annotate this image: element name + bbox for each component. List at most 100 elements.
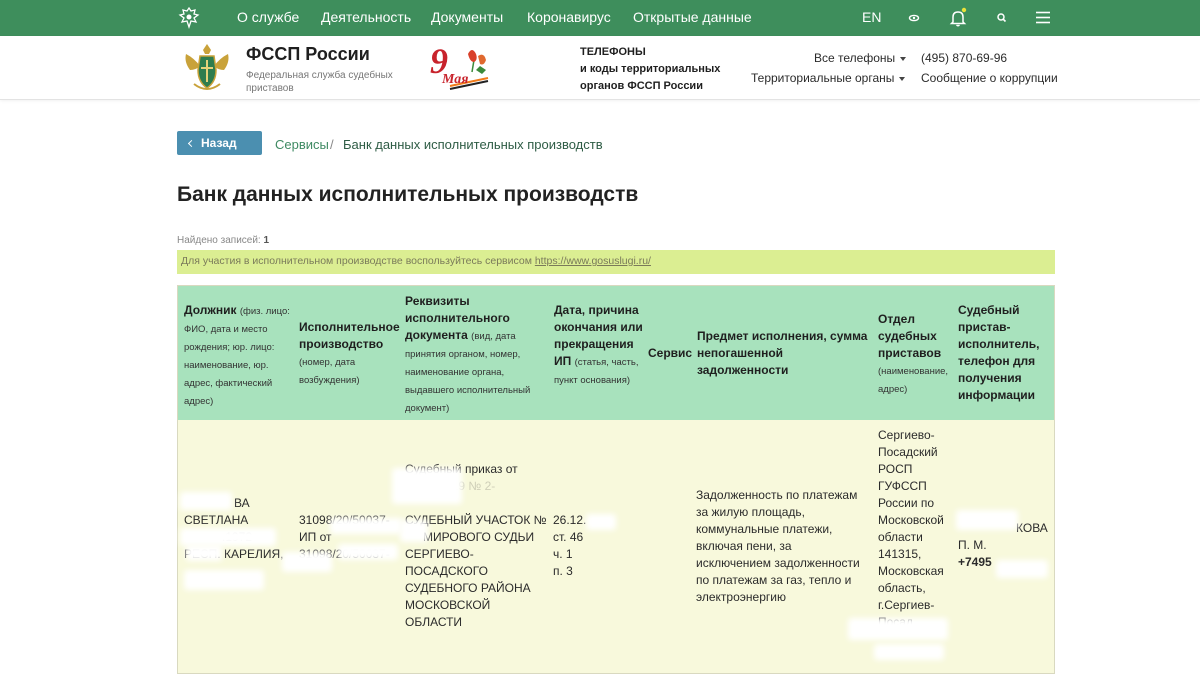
all-phones-label: Все телефоны: [814, 51, 896, 65]
back-button-label: Назад: [201, 136, 237, 150]
redaction: [186, 545, 222, 561]
breadcrumb-services[interactable]: Сервисы: [275, 137, 329, 152]
department-line-4: ГУФССП: [878, 479, 927, 493]
phones-line-1: ТЕЛЕФОНЫ: [580, 46, 646, 58]
eye-icon[interactable]: [902, 6, 926, 30]
results-table: Должник (физ. лицо: ФИО, дата и место ро…: [177, 285, 1055, 674]
department-line-11: г.Сергиев-: [878, 598, 935, 612]
all-phones-dropdown[interactable]: Все телефоны: [814, 51, 907, 65]
records-found: Найдено записей: 1: [177, 235, 269, 246]
fssp-logo-icon[interactable]: [180, 40, 234, 96]
cell-subject: Задолженность по платежам за жилую площа…: [696, 487, 872, 606]
table-row: ВА СВЕТЛАНА .1972 РЕСП. КАРЕЛИЯ, 31098/2…: [178, 420, 1054, 673]
col-subject: Предмет исполнения, сумма непогашенной з…: [697, 329, 868, 377]
nav-open-data[interactable]: Открытые данные: [633, 0, 752, 36]
redaction: [180, 492, 232, 510]
emblem-icon[interactable]: [176, 5, 202, 31]
document-line-9: ОБЛАСТИ: [405, 615, 463, 629]
subject-line-6: по платежам за газ, тепло и: [696, 573, 852, 587]
col-department-title: Отдел судебных приставов: [878, 312, 942, 360]
redaction: [956, 510, 1018, 530]
department-line-10: область,: [878, 581, 926, 595]
table-header: Должник (физ. лицо: ФИО, дата и место ро…: [178, 286, 1054, 420]
notice-text: Для участия в исполнительном производств…: [181, 255, 532, 267]
records-found-label: Найдено записей:: [177, 235, 261, 246]
redaction: [282, 552, 332, 572]
department-line-5: России по: [878, 496, 935, 510]
document-line-7: СУДЕБНОГО РАЙОНА: [405, 581, 531, 595]
may-9-badge[interactable]: 9 Мая: [428, 41, 494, 94]
redaction: [338, 544, 398, 560]
breadcrumb-separator: /: [330, 137, 334, 152]
nav-activity[interactable]: Деятельность: [321, 0, 411, 36]
col-proceeding: Исполнительное производство (номер, дата …: [299, 319, 400, 389]
col-service: Сервис: [648, 346, 693, 360]
debtor-line-2: СВЕТЛАНА: [184, 513, 249, 527]
language-switch[interactable]: EN: [862, 0, 881, 36]
corruption-report-link[interactable]: Сообщение о коррупции: [921, 71, 1058, 85]
redaction: [330, 518, 402, 534]
col-document-hint: (вид, дата принятия органом, номер, наим…: [405, 331, 531, 414]
subject-line-5: исключением задолженности: [696, 556, 860, 570]
page-title: Банк данных исполнительных производств: [177, 183, 639, 206]
chevron-down-icon: [900, 56, 907, 61]
end-line-3: ч. 1: [553, 547, 573, 561]
redaction: [586, 514, 616, 530]
menu-icon[interactable]: [1031, 6, 1055, 30]
subject-line-4: включая пени, за: [696, 539, 792, 553]
nav-coronavirus[interactable]: Коронавирус: [527, 0, 611, 36]
department-line-9: Московская: [878, 564, 944, 578]
subject-line-3: коммунальные платежи,: [696, 522, 833, 536]
site-header: ФССП России Федеральная служба судебных …: [0, 36, 1200, 100]
phones-line-3: органов ФССП России: [580, 80, 703, 92]
hotline-phone[interactable]: (495) 870-69-96: [921, 51, 1007, 65]
gosuslugi-link[interactable]: https://www.gosuslugi.ru/: [535, 255, 651, 267]
gosuslugi-notice: Для участия в исполнительном производств…: [177, 250, 1055, 274]
territorial-label: Территориальные органы: [751, 71, 895, 85]
bell-icon[interactable]: [946, 6, 970, 30]
col-debtor-hint: (физ. лицо: ФИО, дата и место рождения; …: [184, 306, 290, 407]
nav-documents[interactable]: Документы: [431, 0, 503, 36]
breadcrumb-current: Банк данных исполнительных производств: [343, 137, 603, 152]
subject-line-1: Задолженность по платежам: [696, 488, 858, 502]
end-line-2: ст. 46: [553, 530, 584, 544]
document-line-6: ПОСАДСКОГО: [405, 564, 488, 578]
redaction: [392, 468, 462, 504]
col-document: Реквизиты исполнительного документа (вид…: [405, 293, 545, 417]
may-9-word: Мая: [442, 72, 469, 87]
phones-block[interactable]: ТЕЛЕФОНЫ и коды территориальных органов …: [580, 44, 720, 95]
cell-department: Сергиево- Посадский РОСП ГУФССП России п…: [878, 427, 954, 631]
col-end: Дата, причина окончания или прекращения …: [554, 302, 644, 389]
chevron-down-icon: [899, 76, 906, 81]
redaction: [400, 520, 428, 542]
territorial-dropdown[interactable]: Территориальные органы: [751, 71, 906, 85]
department-line-7: области: [878, 530, 923, 544]
col-debtor-title: Должник: [184, 303, 237, 317]
department-line-2: Посадский: [878, 445, 938, 459]
col-proceeding-title: Исполнительное производство: [299, 320, 400, 351]
end-line-4: п. 3: [553, 564, 573, 578]
chevron-left-icon: [187, 139, 196, 148]
back-button[interactable]: Назад: [177, 131, 262, 155]
redaction: [996, 560, 1048, 578]
redaction: [184, 570, 264, 590]
col-proceeding-hint: (номер, дата возбуждения): [299, 357, 360, 386]
phones-line-2: и коды территориальных: [580, 63, 721, 75]
department-line-6: Московской: [878, 513, 944, 527]
department-line-1: Сергиево-: [878, 428, 935, 442]
document-line-5: СЕРГИЕВО-: [405, 547, 474, 561]
org-title: ФССП России: [246, 44, 370, 64]
col-department: Отдел судебных приставов (наименование, …: [878, 311, 954, 398]
col-debtor: Должник (физ. лицо: ФИО, дата и место ро…: [184, 302, 292, 410]
nav-about[interactable]: О службе: [237, 0, 299, 36]
records-found-count: 1: [263, 235, 270, 246]
subject-line-2: за жилую площадь,: [696, 505, 806, 519]
search-icon[interactable]: [990, 6, 1014, 30]
department-line-3: РОСП: [878, 462, 913, 476]
subject-line-7: электроэнергию: [696, 590, 786, 604]
org-subtitle: Федеральная служба судебных приставов: [246, 70, 393, 94]
bailiff-line-2: П. М.: [958, 538, 987, 552]
document-line-8: МОСКОВСКОЙ: [405, 598, 491, 612]
redaction: [848, 618, 948, 640]
col-department-hint: (наименование, адрес): [878, 366, 949, 395]
